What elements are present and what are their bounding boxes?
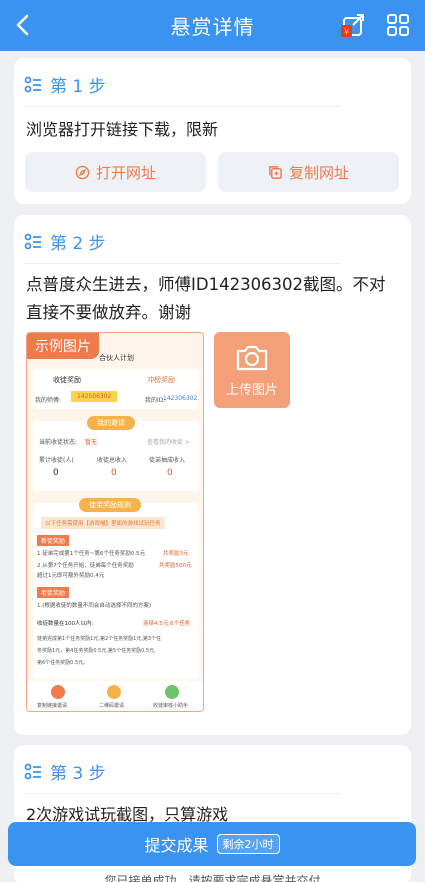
sample-detail3: 第6个任务奖励0.5元。 (37, 660, 89, 666)
sample-bottom3: 收徒审核小助手 (153, 703, 189, 709)
copy-icon (269, 165, 282, 179)
svg-text:¥: ¥ (344, 28, 349, 37)
sample-rule2b: 超过1元即可额外奖励0.4元 (37, 573, 105, 579)
list-icon (24, 763, 41, 779)
sample-rule1: 1.徒弟完成第1个任务~第6个任务奖励0.5元 (37, 551, 146, 557)
upload-image-label: 上传图片 (225, 382, 278, 398)
sample-status-value: 暂无 (85, 439, 98, 446)
sample-rule-banner: 以下任务需使用【游戏喵】里面的游戏试玩任务 (41, 517, 165, 529)
open-url-button[interactable]: 打开网址 (25, 152, 206, 192)
camera-icon (236, 345, 268, 370)
top-nav-bar: 悬赏详情 ¥ (0, 0, 425, 51)
sample-rule2: 2.从第7个任务开始，徒弟每个任务奖励 (37, 563, 134, 569)
sample-image[interactable]: 示例图片 合伙人计划 收徒奖励 冲榜奖励 我的师傅: 142506302 我的I… (26, 332, 204, 712)
submit-label: 提交成果 (144, 836, 209, 855)
order-accepted-text: 您已接单成功，请按要求完成悬赏并交付 (104, 874, 321, 882)
step-2-label: 第 2 步 (50, 234, 106, 254)
back-arrow-icon[interactable] (10, 11, 38, 39)
copy-url-label: 复制网址 (288, 163, 349, 182)
sample-col2: 收徒总收入 (97, 457, 128, 464)
divider (24, 106, 341, 107)
sample-status-label: 当前收徒状态: (39, 439, 78, 446)
sample-invite-title: 我的邀请 (87, 416, 135, 430)
sample-master-id: 142506302 (71, 391, 118, 402)
link-icon (51, 685, 65, 699)
sample-rule1-amt: 共奖励3元 (163, 551, 189, 557)
sample-v2: 0 (111, 468, 117, 478)
more-grid-icon[interactable] (386, 13, 410, 37)
step-1-card: 第 1 步 浏览器打开链接下载，限新 打开网址 复制网址 (14, 58, 411, 204)
step-1-label: 第 1 步 (50, 77, 106, 97)
order-accepted-tip: 您已接单成功，请按要求完成悬赏并交付 (0, 872, 425, 882)
step-3-label: 第 3 步 (50, 764, 106, 784)
share-reward-icon[interactable]: ¥ (340, 12, 366, 38)
sample-bottom2: 二维码邀请 (99, 703, 125, 709)
sample-detail1: 徒弟完成第1个任务奖励1元,第2个任务奖励1元,第3个任 (37, 636, 162, 642)
list-icon (24, 76, 41, 92)
sample-bottom1: 复制链接邀请 (37, 703, 68, 709)
upload-image-button[interactable]: 上传图片 (214, 332, 290, 408)
sample-count-amt: 连续4.5元,6个任务 (143, 621, 190, 627)
helper-icon (165, 685, 179, 699)
open-url-label: 打开网址 (95, 163, 156, 182)
copy-url-button[interactable]: 复制网址 (218, 152, 399, 192)
sample-plan-title: 合伙人计划 (99, 354, 134, 362)
sample-v3: 0 (167, 468, 173, 478)
sample-id: 142306302 (163, 395, 198, 402)
sample-rules-link: 查看我的收徒 > (147, 439, 190, 446)
step-1-header: 第 1 步 (24, 72, 106, 97)
step-2-header: 第 2 步 (24, 229, 106, 254)
sample-image-tag: 示例图片 (27, 333, 99, 359)
divider (24, 793, 341, 794)
sample-old-tag: 老徒奖励 (37, 587, 70, 598)
sample-new-tag: 新徒奖励 (37, 535, 70, 546)
sample-detail2: 务奖励1元，第4任务奖励0.5元,第5个任务奖励0.5元, (37, 648, 156, 654)
sample-rule2-amt: 共奖励500元 (159, 563, 192, 569)
sample-master-label: 我的师傅: (35, 397, 62, 404)
remaining-time-badge: 剩余2小时 (216, 834, 280, 854)
sample-rule-title: 徒弟奖励规则 (79, 498, 141, 512)
sample-tab-income: 收徒奖励 (53, 376, 81, 384)
sample-col1: 累计收徒(人) (39, 457, 74, 464)
sample-v1: 0 (53, 468, 59, 478)
step-2-card: 第 2 步 点普度众生进去，师傅ID142306302截图。不对直接不要做放弃。… (14, 215, 411, 735)
list-icon (24, 233, 41, 249)
step-2-desc: 点普度众生进去，师傅ID142306302截图。不对直接不要做放弃。谢谢 (26, 275, 386, 322)
page-title: 悬赏详情 (170, 15, 255, 39)
qrcode-icon (107, 685, 121, 699)
submit-result-button[interactable]: 提交成果 剩余2小时 (8, 822, 416, 866)
step-1-desc: 浏览器打开链接下载，限新 (26, 120, 219, 139)
divider (24, 263, 341, 264)
compass-icon (75, 165, 90, 179)
sample-rule3: 1.(根据收徒的数量不同会自动选择不同的方案) (37, 603, 152, 609)
sample-count-label: 收徒数量在100人以内: (37, 621, 94, 627)
sample-col3: 徒弟抽成收入 (149, 457, 186, 464)
sample-tab-rank: 冲榜奖励 (147, 376, 175, 384)
step-3-header: 第 3 步 (24, 759, 106, 784)
